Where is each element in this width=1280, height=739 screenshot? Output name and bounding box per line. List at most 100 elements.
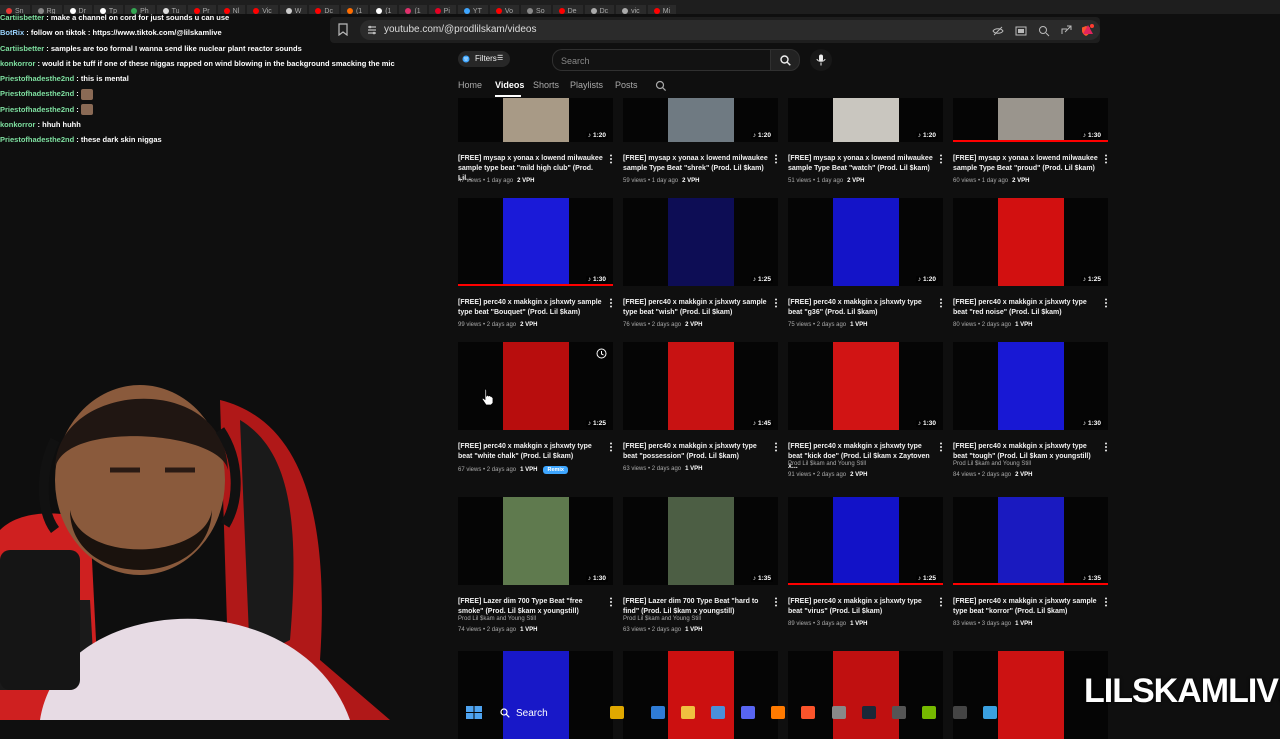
more-options-icon[interactable]: [608, 597, 614, 607]
tab-posts[interactable]: Posts: [615, 80, 638, 90]
video-title[interactable]: [FREE] perc40 x makkgin x jshxwty sample…: [458, 298, 608, 318]
voice-search-button[interactable]: [810, 49, 832, 71]
video-channel[interactable]: Prod Lil $kam and Young Still: [458, 616, 536, 622]
video-title[interactable]: [FREE] perc40 x makkgin x jshxwty type b…: [788, 298, 938, 318]
video-thumbnail[interactable]: ♪ 1:35: [953, 497, 1108, 585]
fl-studio-icon[interactable]: [771, 706, 785, 719]
eye-off-icon[interactable]: [992, 25, 1004, 37]
video-meta: 47 views • 1 day ago 2 VPH: [458, 178, 534, 184]
video-title[interactable]: [FREE] perc40 x makkgin x jshxwty type b…: [953, 442, 1103, 462]
app-icon[interactable]: [892, 706, 906, 719]
video-thumbnail[interactable]: ♪ 1:20: [788, 98, 943, 142]
search-box[interactable]: [552, 49, 771, 71]
filters-chip[interactable]: Filters ☰: [458, 51, 510, 67]
browser-tab[interactable]: YT: [457, 5, 488, 14]
video-thumbnail[interactable]: ♪ 1:25: [458, 342, 613, 430]
nvidia-icon[interactable]: [922, 706, 936, 719]
browser-tab[interactable]: De: [552, 5, 583, 14]
taskbar-search[interactable]: Search: [490, 705, 600, 719]
brave-icon[interactable]: [801, 706, 815, 719]
browser-tab[interactable]: Dc: [584, 5, 615, 14]
video-title[interactable]: [FREE] Lazer dim 700 Type Beat "free smo…: [458, 597, 608, 617]
tab-shorts[interactable]: Shorts: [533, 80, 559, 90]
video-thumbnail[interactable]: ♪ 1:25: [788, 497, 943, 585]
steam-icon[interactable]: [862, 706, 876, 719]
more-options-icon[interactable]: [938, 597, 944, 607]
video-title[interactable]: [FREE] perc40 x makkgin x jshxwty sample…: [623, 298, 773, 318]
video-duration: ♪ 1:30: [585, 276, 608, 283]
video-thumbnail[interactable]: ♪ 1:30: [953, 342, 1108, 430]
cast-icon[interactable]: [1015, 25, 1027, 37]
share-icon[interactable]: [1060, 25, 1072, 37]
channel-search-icon[interactable]: [655, 80, 667, 92]
video-thumbnail[interactable]: ♪ 1:45: [623, 342, 778, 430]
video-title[interactable]: [FREE] perc40 x makkgin x jshxwty type b…: [458, 442, 608, 462]
video-title[interactable]: [FREE] perc40 x makkgin x jshxwty sample…: [953, 597, 1103, 617]
browser-tab[interactable]: Vo: [489, 5, 520, 14]
more-options-icon[interactable]: [773, 442, 779, 452]
more-options-icon[interactable]: [773, 597, 779, 607]
video-title[interactable]: [FREE] mysap x yonaa x lowend milwaukee …: [788, 154, 938, 174]
video-title[interactable]: [FREE] perc40 x makkgin x jshxwty type b…: [788, 442, 938, 472]
video-channel[interactable]: Prod Lil $kam and Young Still: [623, 616, 701, 622]
video-thumbnail[interactable]: ♪ 1:20: [458, 98, 613, 142]
video-title[interactable]: [FREE] perc40 x makkgin x jshxwty type b…: [953, 298, 1103, 318]
notepad-icon[interactable]: [983, 706, 997, 719]
video-title[interactable]: [FREE] mysap x yonaa x lowend milwaukee …: [953, 154, 1103, 174]
folder-icon[interactable]: [681, 706, 695, 719]
video-thumbnail[interactable]: ♪ 1:30: [458, 198, 613, 286]
video-channel[interactable]: Prod Lil $kam and Young Still: [788, 461, 866, 467]
video-thumbnail[interactable]: ♪ 1:30: [458, 497, 613, 585]
more-options-icon[interactable]: [938, 154, 944, 164]
browser-tab[interactable]: Mi: [647, 5, 677, 14]
video-thumbnail[interactable]: ♪ 1:35: [623, 497, 778, 585]
4k-icon[interactable]: [953, 706, 967, 719]
browser-tab[interactable]: So: [521, 5, 551, 14]
obs-icon[interactable]: [832, 706, 846, 719]
more-options-icon[interactable]: [1103, 597, 1109, 607]
file-explorer-icon[interactable]: [610, 706, 624, 719]
video-title[interactable]: [FREE] Lazer dim 700 Type Beat "hard to …: [623, 597, 773, 617]
more-options-icon[interactable]: [608, 298, 614, 308]
search-input[interactable]: [559, 52, 763, 70]
watch-later-icon[interactable]: [596, 348, 607, 359]
video-thumbnail[interactable]: [788, 651, 943, 739]
rewards-icon[interactable]: [1082, 24, 1094, 36]
vph-badge: 1 VPH: [850, 322, 868, 328]
discord-icon[interactable]: [741, 706, 755, 719]
search-button[interactable]: [770, 49, 800, 71]
windows-start-icon[interactable]: [466, 706, 482, 719]
tab-playlists[interactable]: Playlists: [570, 80, 603, 90]
video-thumbnail[interactable]: ♪ 1:30: [788, 342, 943, 430]
video-thumbnail[interactable]: ♪ 1:25: [953, 198, 1108, 286]
more-options-icon[interactable]: [773, 154, 779, 164]
zoom-icon[interactable]: [1038, 25, 1050, 37]
video-thumbnail[interactable]: [623, 651, 778, 739]
more-options-icon[interactable]: [608, 442, 614, 452]
video-thumbnail[interactable]: ♪ 1:30: [953, 98, 1108, 142]
video-thumbnail[interactable]: ♪ 1:20: [623, 98, 778, 142]
more-options-icon[interactable]: [938, 442, 944, 452]
more-options-icon[interactable]: [773, 298, 779, 308]
tab-videos[interactable]: Videos: [495, 80, 524, 90]
more-options-icon[interactable]: [1103, 298, 1109, 308]
browser-tab[interactable]: vic: [616, 5, 646, 14]
chat-separator: :: [44, 43, 51, 53]
store-icon[interactable]: [711, 706, 725, 719]
video-channel[interactable]: Prod Lil $kam and Young Still: [953, 461, 1031, 467]
more-options-icon[interactable]: [608, 154, 614, 164]
more-options-icon[interactable]: [938, 298, 944, 308]
more-options-icon[interactable]: [1103, 442, 1109, 452]
video-thumbnail[interactable]: ♪ 1:20: [788, 198, 943, 286]
browser-tab[interactable]: Pi: [428, 5, 456, 14]
edge-icon[interactable]: [651, 706, 665, 719]
video-thumbnail[interactable]: [458, 651, 613, 739]
video-title[interactable]: [FREE] perc40 x makkgin x jshxwty type b…: [788, 597, 938, 617]
video-thumbnail[interactable]: ♪ 1:25: [623, 198, 778, 286]
video-title[interactable]: [FREE] perc40 x makkgin x jshxwty type b…: [623, 442, 773, 462]
video-meta: 75 views • 2 days ago 1 VPH: [788, 322, 867, 328]
more-options-icon[interactable]: [1103, 154, 1109, 164]
video-title[interactable]: [FREE] mysap x yonaa x lowend milwaukee …: [623, 154, 773, 174]
url-box[interactable]: youtube.com/@prodlilskam/videos: [360, 20, 1100, 40]
tab-home[interactable]: Home: [458, 80, 482, 90]
